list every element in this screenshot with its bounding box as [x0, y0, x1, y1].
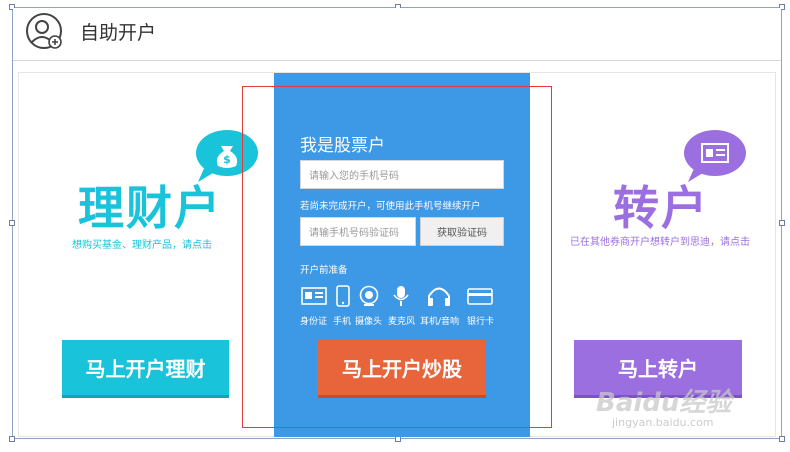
transfer-account-title: 转户 [613, 181, 709, 235]
transfer-account-subtitle: 已在其他券商开户想转户到思迪，请点击 [570, 237, 750, 248]
transfer-card-icon [684, 130, 746, 182]
wealth-account-subtitle: 想购买基金、理财产品，请点击 [72, 240, 212, 251]
highlight-frame [242, 86, 552, 428]
resize-handle[interactable] [779, 436, 785, 442]
svg-text:$: $ [223, 153, 231, 166]
resize-handle[interactable] [9, 220, 15, 226]
page-title: 自助开户 [80, 22, 157, 44]
baidu-watermark: Baidu经验 [596, 388, 732, 418]
wealth-account-title: 理财户 [78, 181, 222, 235]
resize-handle[interactable] [779, 220, 785, 226]
resize-handle[interactable] [9, 436, 15, 442]
open-wealth-account-button[interactable]: 马上开户理财 [62, 340, 229, 395]
user-add-icon [26, 13, 62, 49]
watermark-url: jingyan.baidu.com [612, 416, 714, 429]
